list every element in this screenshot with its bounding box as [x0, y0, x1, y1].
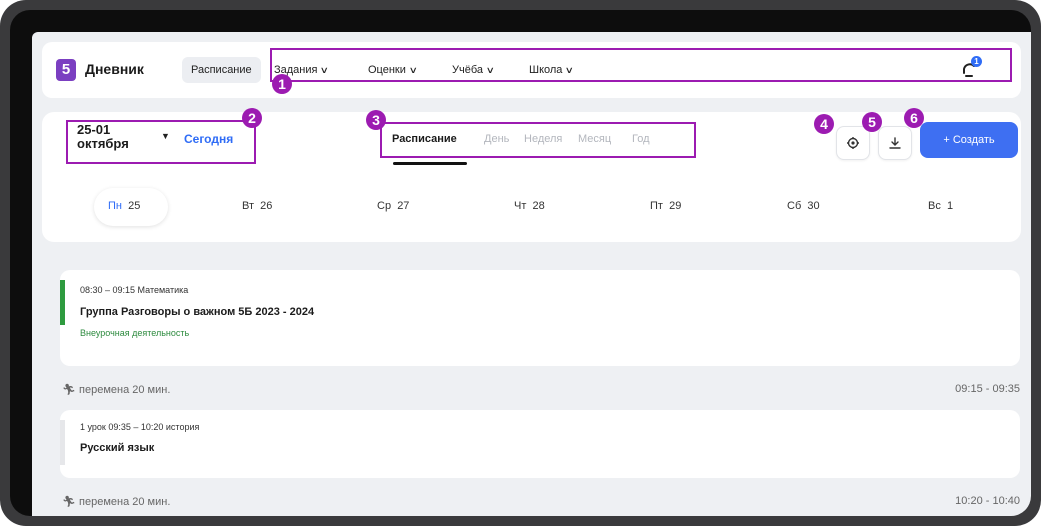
break-time: 10:20 - 10:40 — [955, 495, 1020, 507]
active-tab-indicator — [393, 162, 467, 165]
break-label: 🏃︎ перемена 20 мин. — [62, 495, 170, 508]
lesson-card[interactable]: 08:30 – 09:15 Математика Группа Разговор… — [60, 270, 1020, 366]
day-name: Вс — [928, 200, 941, 212]
annotation-marker-4: 4 — [814, 114, 834, 134]
day-name: Ср — [377, 200, 392, 212]
break-text: перемена 20 мин. — [79, 496, 171, 508]
day-monday[interactable]: Пн 25 — [108, 200, 140, 212]
annotation-box-1 — [270, 48, 1012, 82]
day-name: Пн — [108, 200, 122, 212]
day-thursday[interactable]: Чт 28 — [514, 200, 545, 212]
day-number: 27 — [397, 200, 410, 212]
download-button[interactable] — [878, 126, 912, 160]
app-screen: 5 Дневник Расписание Задания ∨ Оценки ∨ Уч… — [32, 32, 1031, 516]
lesson-title: Русский язык — [80, 442, 155, 454]
day-name: Чт — [514, 200, 527, 212]
lesson-time: 08:30 – 09:15 Математика — [80, 285, 189, 295]
nav-item-schedule[interactable]: Расписание — [182, 57, 261, 83]
day-tuesday[interactable]: Вт 26 — [242, 200, 272, 212]
day-number: 30 — [807, 200, 820, 212]
download-icon — [889, 137, 901, 149]
day-wednesday[interactable]: Ср 27 — [377, 200, 409, 212]
annotation-box-3 — [380, 122, 696, 158]
annotation-marker-6: 6 — [904, 108, 924, 128]
annotation-box-2 — [66, 120, 256, 164]
annotation-marker-5: 5 — [862, 112, 882, 132]
annotation-marker-3: 3 — [366, 110, 386, 130]
settings-button[interactable] — [836, 126, 870, 160]
lesson-card[interactable]: 1 урок 09:35 – 10:20 история Русский язы… — [60, 410, 1020, 478]
device-bezel: 5 Дневник Расписание Задания ∨ Оценки ∨ Уч… — [10, 10, 1031, 516]
app-logo[interactable]: 5 — [56, 59, 79, 81]
lesson-type-stripe — [60, 280, 65, 325]
day-name: Вт — [242, 200, 255, 212]
create-button[interactable]: + Создать — [920, 122, 1018, 158]
day-name: Сб — [787, 200, 802, 212]
day-name: Пт — [650, 200, 663, 212]
break-text: перемена 20 мин. — [79, 384, 171, 396]
day-number: 29 — [669, 200, 682, 212]
lesson-title: Группа Разговоры о важном 5Б 2023 - 2024 — [80, 306, 315, 318]
running-person-icon: 🏃︎ — [62, 384, 76, 396]
day-saturday[interactable]: Сб 30 — [787, 200, 820, 212]
day-sunday[interactable]: Вс 1 — [928, 200, 953, 212]
annotation-marker-2: 2 — [242, 108, 262, 128]
break-label: 🏃︎ перемена 20 мин. — [62, 383, 170, 396]
annotation-marker-1: 1 — [272, 74, 292, 94]
app-title[interactable]: Дневник — [85, 61, 144, 77]
running-person-icon: 🏃︎ — [62, 496, 76, 508]
day-friday[interactable]: Пт 29 — [650, 200, 681, 212]
day-number: 28 — [532, 200, 545, 212]
lesson-time: 1 урок 09:35 – 10:20 история — [80, 422, 200, 432]
day-number: 26 — [260, 200, 273, 212]
day-number: 1 — [946, 200, 954, 212]
gear-icon — [847, 137, 859, 149]
break-time: 09:15 - 09:35 — [955, 383, 1020, 395]
lesson-type-stripe — [60, 420, 65, 465]
lesson-type: Внеурочная деятельность — [80, 328, 190, 338]
day-number: 25 — [128, 200, 141, 212]
device-frame: 5 Дневник Расписание Задания ∨ Оценки ∨ Уч… — [0, 0, 1041, 526]
